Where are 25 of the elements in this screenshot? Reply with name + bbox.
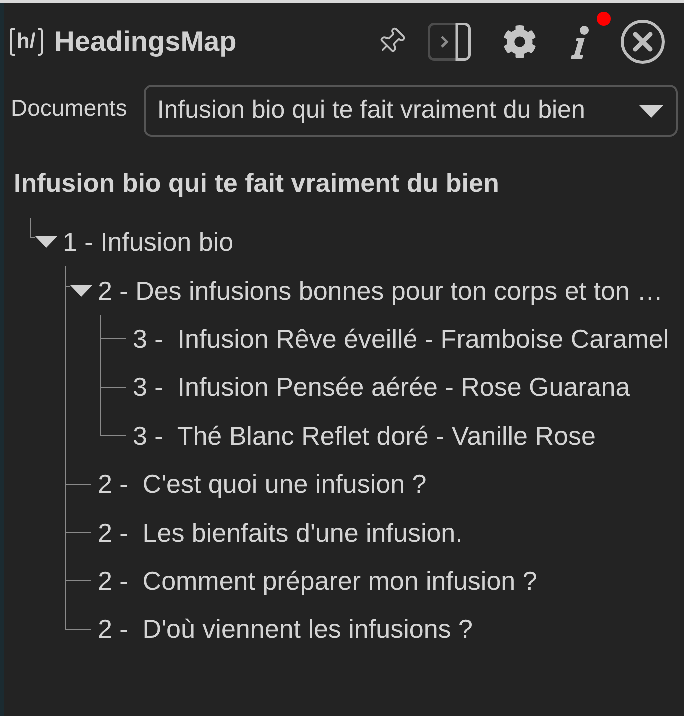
- settings-icon: [503, 24, 537, 58]
- settings-button[interactable]: [503, 24, 537, 58]
- caret-down-icon[interactable]: [35, 236, 58, 248]
- dropdown-caret-icon: [639, 104, 664, 118]
- heading-link[interactable]: 2 - Des infusions bonnes pour ton corps et ton …: [98, 276, 664, 306]
- document-select[interactable]: Infusion bio qui te fait vraiment du bien: [144, 85, 678, 137]
- caret-down-icon[interactable]: [70, 284, 93, 297]
- document-title: Infusion bio qui te fait vraiment du bien: [14, 168, 500, 198]
- sidebar-toggle-button[interactable]: [428, 22, 471, 60]
- app-logo: h/: [10, 28, 43, 56]
- close-button[interactable]: [621, 20, 665, 64]
- documents-label: Documents: [11, 94, 128, 122]
- heading-link[interactable]: 2 - Comment préparer mon infusion ?: [98, 566, 538, 596]
- heading-link[interactable]: 2 - C'est quoi une infusion ?: [98, 469, 427, 500]
- info-button[interactable]: [569, 26, 590, 58]
- info-icon: [569, 26, 590, 58]
- heading-link[interactable]: 1 - Infusion bio: [63, 227, 234, 258]
- heading-link[interactable]: 2 - Les bienfaits d'une infusion.: [98, 518, 463, 548]
- heading-link[interactable]: 3 - Infusion Pensée aérée - Rose Guarana: [133, 372, 630, 402]
- sidebar-panel-icon: [428, 22, 471, 60]
- heading-link[interactable]: 3 - Thé Blanc Reflet doré - Vanille Rose: [133, 420, 596, 451]
- heading-link[interactable]: 2 - D'où viennent les infusions ?: [98, 614, 473, 644]
- close-icon: [621, 20, 665, 64]
- heading-link[interactable]: 3 - Infusion Rêve éveillé - Framboise Caramel: [133, 324, 670, 354]
- app-title: HeadingsMap: [54, 28, 237, 56]
